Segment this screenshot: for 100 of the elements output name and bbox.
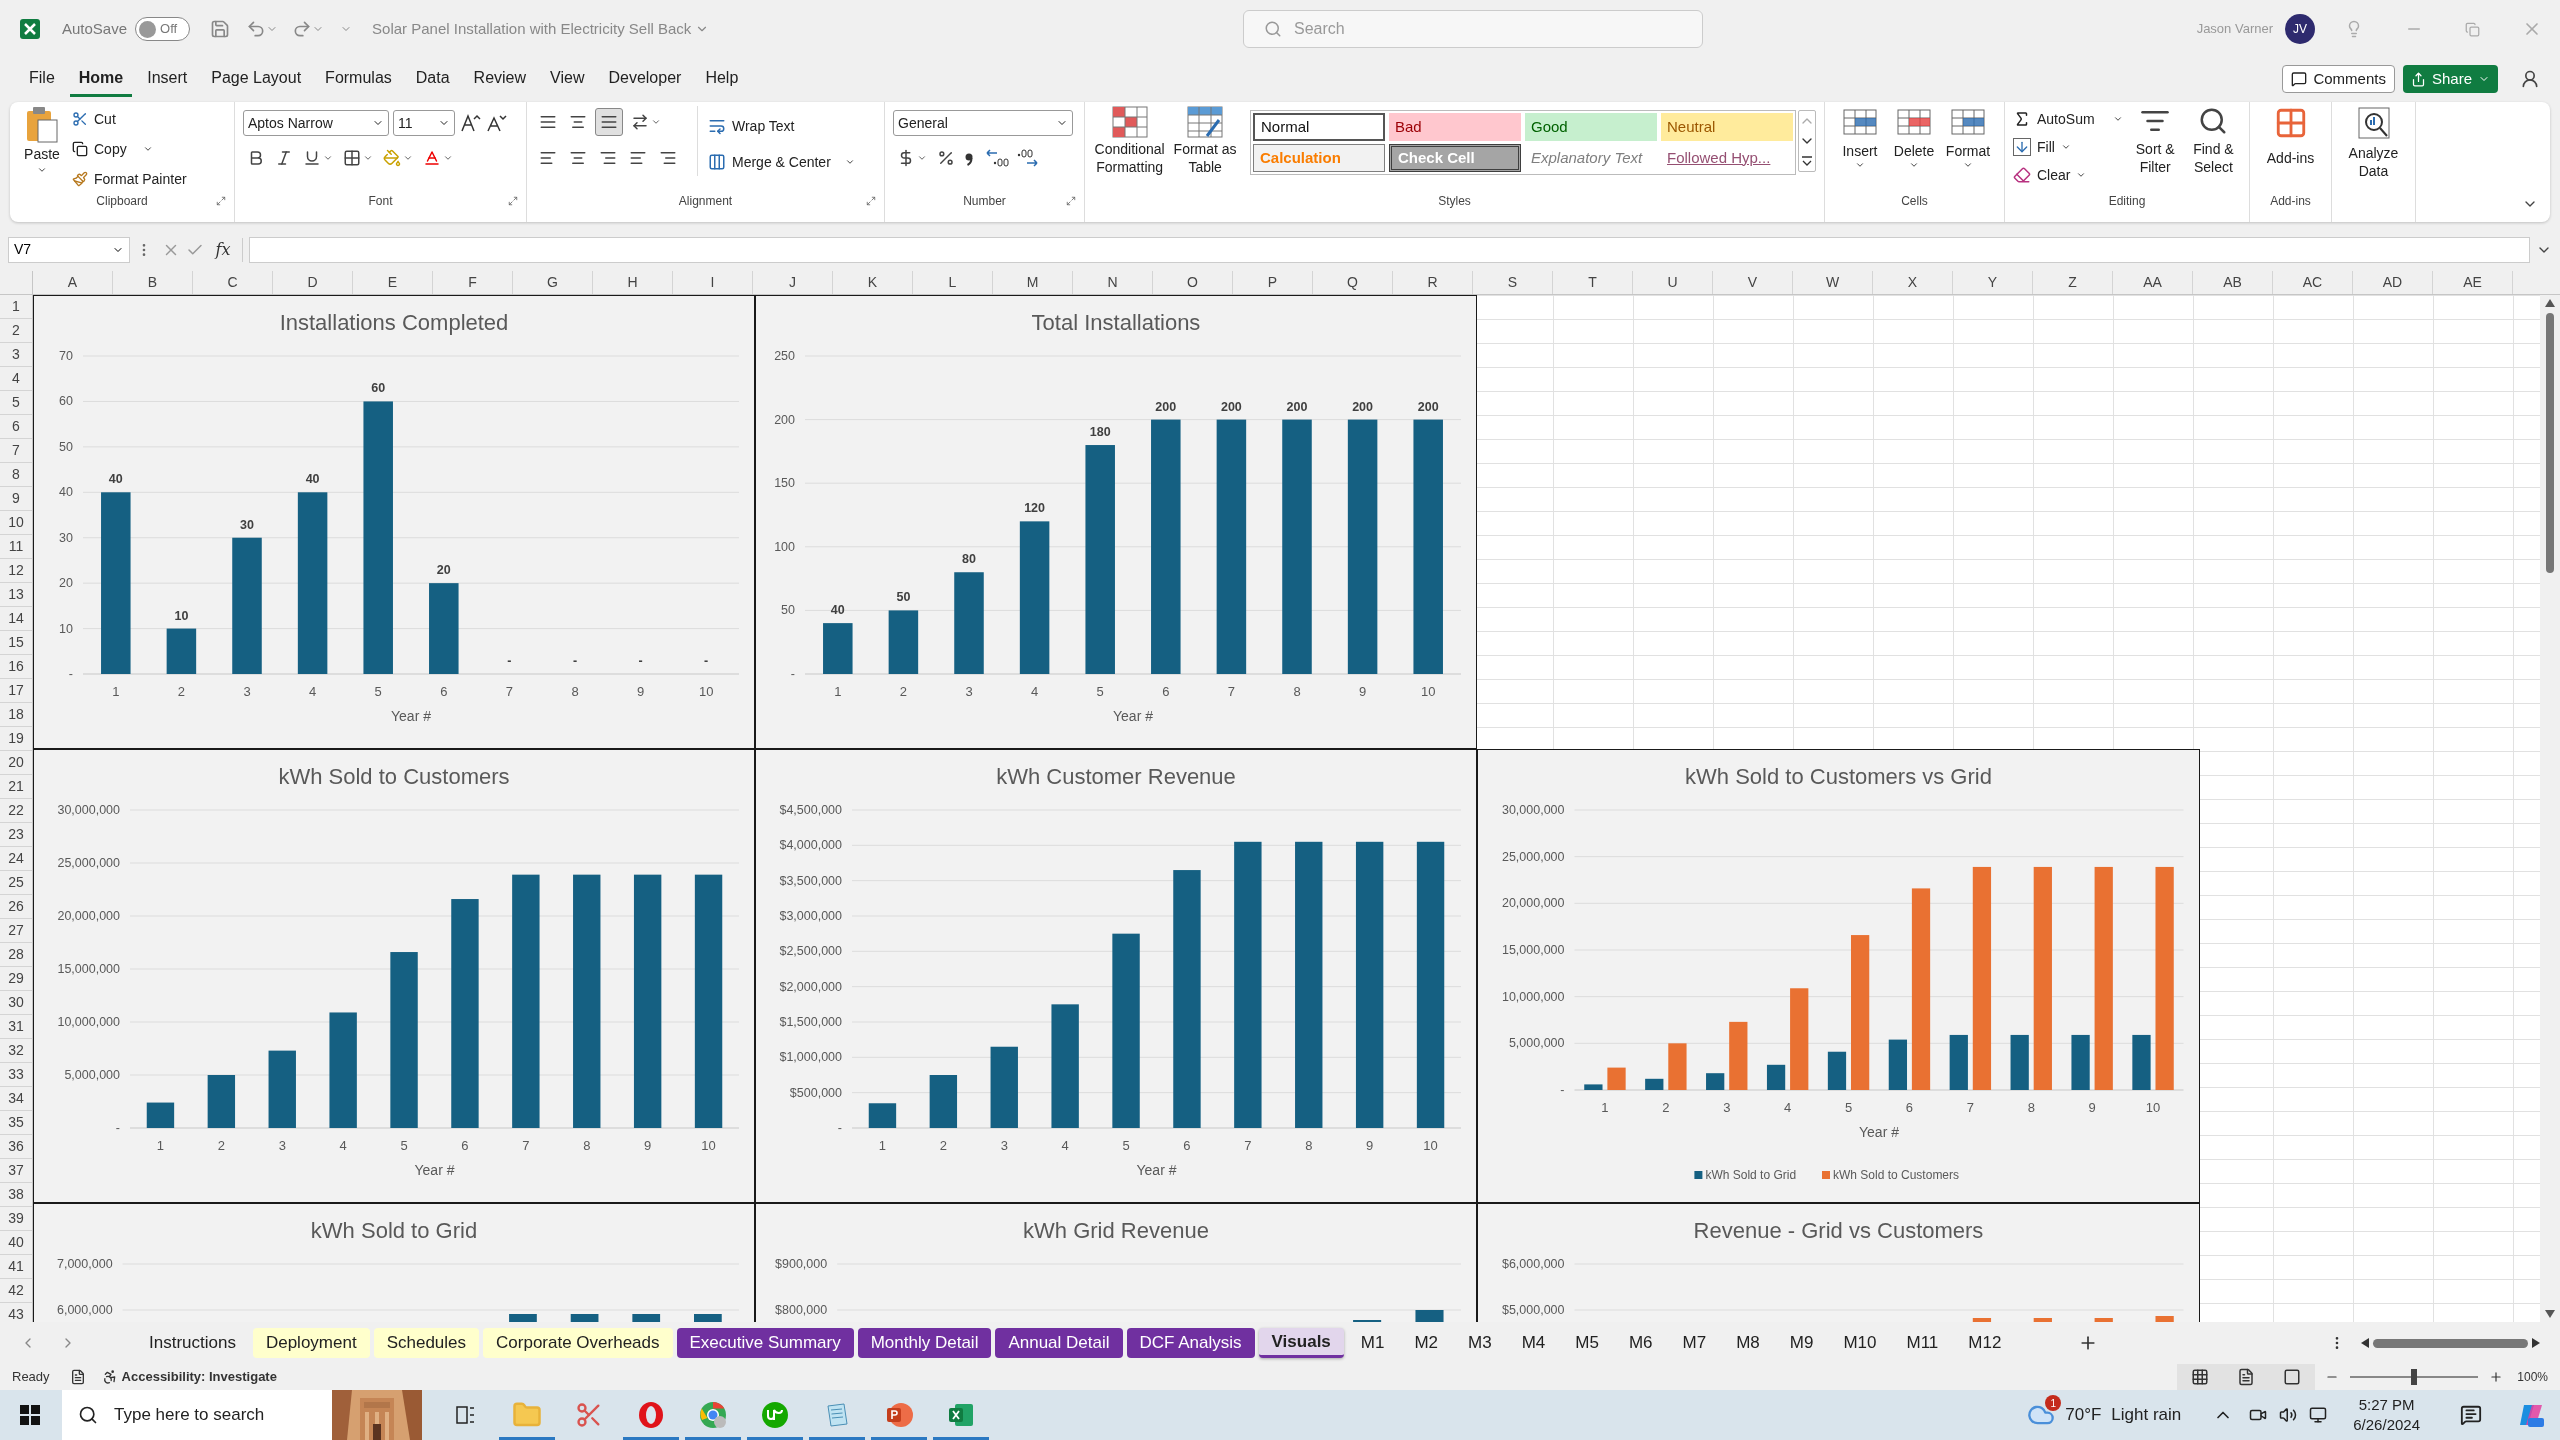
comments-button[interactable]: Comments bbox=[2282, 65, 2395, 93]
row-header[interactable]: 4 bbox=[0, 367, 32, 391]
row-header[interactable]: 2 bbox=[0, 319, 32, 343]
row-header[interactable]: 27 bbox=[0, 919, 32, 943]
row-header[interactable]: 5 bbox=[0, 391, 32, 415]
row-header[interactable]: 28 bbox=[0, 943, 32, 967]
insert-function-button[interactable]: fx bbox=[210, 237, 236, 262]
column-header[interactable]: B bbox=[113, 271, 193, 294]
task-view-icon[interactable] bbox=[453, 1403, 477, 1427]
conditional-formatting-button[interactable]: Conditional Formatting bbox=[1093, 106, 1167, 176]
menu-tab[interactable]: Page Layout bbox=[202, 61, 311, 97]
sheet-tab[interactable]: M12 bbox=[1955, 1328, 2015, 1358]
sheet-tab[interactable]: M7 bbox=[1669, 1328, 1720, 1358]
column-header[interactable]: V bbox=[1713, 271, 1793, 294]
column-header[interactable]: I bbox=[673, 271, 753, 294]
row-header[interactable]: 16 bbox=[0, 655, 32, 679]
row-header[interactable]: 13 bbox=[0, 583, 32, 607]
menu-tab[interactable]: Home bbox=[69, 61, 133, 97]
cell-style-option[interactable]: Explanatory Text bbox=[1525, 144, 1657, 172]
cells-button[interactable]: Delete bbox=[1887, 106, 1941, 170]
column-header[interactable]: C bbox=[193, 271, 273, 294]
column-header[interactable]: AB bbox=[2193, 271, 2273, 294]
row-header[interactable]: 37 bbox=[0, 1159, 32, 1183]
column-header[interactable]: AE bbox=[2433, 271, 2513, 294]
sheet-tab[interactable]: M11 bbox=[1893, 1328, 1952, 1358]
round-logo-icon[interactable] bbox=[760, 1400, 790, 1430]
column-header[interactable]: T bbox=[1553, 271, 1633, 294]
row-header[interactable]: 17 bbox=[0, 679, 32, 703]
row-header[interactable]: 40 bbox=[0, 1231, 32, 1255]
save-icon[interactable] bbox=[210, 19, 231, 39]
column-header[interactable]: S bbox=[1473, 271, 1553, 294]
column-header[interactable]: L bbox=[913, 271, 993, 294]
row-header[interactable]: 33 bbox=[0, 1063, 32, 1087]
row-header[interactable]: 9 bbox=[0, 487, 32, 511]
formula-input[interactable] bbox=[249, 236, 2530, 263]
scroll-left-icon[interactable] bbox=[2361, 1338, 2369, 1348]
zoom-slider-thumb[interactable] bbox=[2411, 1369, 2418, 1385]
grow-font-icon[interactable] bbox=[459, 112, 481, 134]
menu-tab[interactable]: Help bbox=[696, 61, 748, 97]
sheet-tab[interactable]: Visuals bbox=[1258, 1328, 1344, 1358]
row-header[interactable]: 23 bbox=[0, 823, 32, 847]
column-header[interactable]: Q bbox=[1313, 271, 1393, 294]
font-name-select[interactable]: Aptos Narrow bbox=[243, 110, 389, 136]
number-format-select[interactable]: General bbox=[893, 110, 1073, 136]
sheet-tab[interactable]: Annual Detail bbox=[995, 1328, 1123, 1358]
cells-button[interactable]: Format bbox=[1941, 106, 1995, 170]
column-header[interactable]: H bbox=[593, 271, 673, 294]
sheet-tab[interactable]: Instructions bbox=[136, 1328, 249, 1358]
presentation-app-icon[interactable] bbox=[884, 1400, 914, 1430]
start-icon[interactable] bbox=[20, 1405, 40, 1425]
wrap-text-button[interactable]: Wrap Text bbox=[708, 112, 855, 140]
sheet-tab[interactable]: M8 bbox=[1723, 1328, 1773, 1358]
dialog-launcher-icon[interactable] bbox=[866, 196, 876, 206]
sheet-tab[interactable]: Schedules bbox=[373, 1328, 480, 1358]
sheet-tab[interactable]: M1 bbox=[1347, 1328, 1398, 1358]
row-header[interactable]: 1 bbox=[0, 295, 32, 319]
paste-button[interactable]: Paste bbox=[18, 106, 66, 186]
sheet-tab[interactable]: M2 bbox=[1401, 1328, 1452, 1358]
menu-tab[interactable]: Data bbox=[406, 61, 459, 97]
column-header[interactable]: E bbox=[353, 271, 433, 294]
sheet-tab[interactable]: M4 bbox=[1508, 1328, 1559, 1358]
copy-button[interactable]: Copy bbox=[72, 136, 187, 162]
row-header[interactable]: 30 bbox=[0, 991, 32, 1015]
menu-tab[interactable]: Review bbox=[464, 61, 536, 97]
sheet-tab[interactable]: Monthly Detail bbox=[857, 1328, 992, 1358]
column-header[interactable]: Y bbox=[1953, 271, 2033, 294]
row-header[interactable]: 10 bbox=[0, 511, 32, 535]
row-header[interactable]: 41 bbox=[0, 1255, 32, 1279]
row-header[interactable]: 6 bbox=[0, 415, 32, 439]
row-header[interactable]: 19 bbox=[0, 727, 32, 751]
row-header[interactable]: 24 bbox=[0, 847, 32, 871]
network-icon[interactable] bbox=[2309, 1406, 2328, 1424]
cells-button[interactable]: Insert bbox=[1833, 106, 1887, 170]
column-header[interactable]: J bbox=[753, 271, 833, 294]
dialog-launcher-icon[interactable] bbox=[216, 196, 226, 206]
column-header[interactable]: AA bbox=[2113, 271, 2193, 294]
accessibility-status[interactable]: Accessibility: Investigate bbox=[121, 1367, 277, 1387]
row-header[interactable]: 3 bbox=[0, 343, 32, 367]
redo-icon[interactable] bbox=[292, 19, 313, 39]
clock-date[interactable]: 6/26/2024 bbox=[2353, 1415, 2420, 1435]
sort-filter-button[interactable]: Sort & Filter bbox=[2128, 106, 2182, 176]
ring-logo-icon[interactable] bbox=[636, 1400, 666, 1430]
sheet-tab[interactable]: M3 bbox=[1455, 1328, 1505, 1358]
row-header[interactable]: 32 bbox=[0, 1039, 32, 1063]
sheet-tab[interactable]: M9 bbox=[1776, 1328, 1827, 1358]
menu-tab[interactable]: File bbox=[20, 61, 64, 97]
menu-tab[interactable]: Insert bbox=[138, 61, 197, 97]
row-header[interactable]: 14 bbox=[0, 607, 32, 631]
shrink-font-icon[interactable] bbox=[485, 112, 507, 134]
increase-decimal-icon[interactable] bbox=[985, 147, 1009, 169]
column-header[interactable]: X bbox=[1873, 271, 1953, 294]
row-header[interactable]: 42 bbox=[0, 1279, 32, 1303]
row-header[interactable]: 35 bbox=[0, 1111, 32, 1135]
taskbar-search-field[interactable]: Type here to search bbox=[62, 1390, 422, 1440]
column-header[interactable]: AD bbox=[2353, 271, 2433, 294]
row-header[interactable]: 8 bbox=[0, 463, 32, 487]
dialog-launcher-icon[interactable] bbox=[508, 196, 518, 206]
column-header[interactable]: A bbox=[33, 271, 113, 294]
volume-icon[interactable] bbox=[2279, 1406, 2298, 1424]
cell-style-option[interactable]: Good bbox=[1525, 113, 1657, 141]
